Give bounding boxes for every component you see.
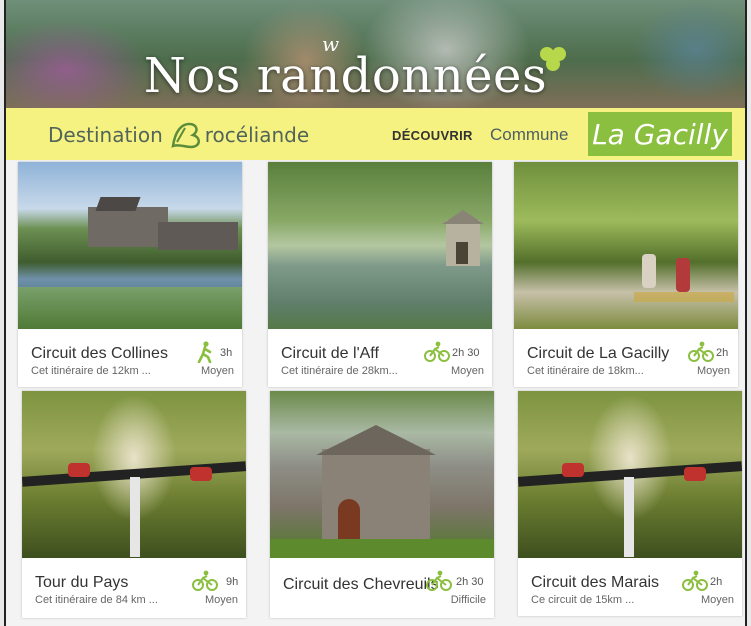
commune-selector[interactable]: La Gacilly (586, 110, 734, 158)
trail-photo (270, 391, 494, 558)
trail-info: Circuit des Collines Cet itinéraire de 1… (18, 329, 242, 387)
nav-link-commune[interactable]: Commune (490, 125, 568, 145)
trail-card-collines[interactable]: Circuit des Collines Cet itinéraire de 1… (18, 162, 242, 387)
trail-info: Tour du Pays Cet itinéraire de 84 km ...… (22, 558, 246, 616)
brand-logo[interactable]: Destination rocéliande (48, 120, 309, 150)
trail-level: Difficile (450, 594, 486, 606)
hiker-icon (197, 341, 212, 363)
trail-name: Circuit des Marais (531, 574, 660, 591)
trail-description: Cet itinéraire de 18km... (527, 365, 644, 377)
nav-link-discover[interactable]: DÉCOUVRIR (392, 128, 473, 143)
bike-icon (426, 570, 452, 591)
trail-duration: 2h 30 (452, 347, 480, 359)
trail-duration: 3h (220, 347, 233, 359)
trail-level: Moyen (696, 365, 730, 377)
trail-photo (518, 391, 742, 558)
trail-card-aff[interactable]: Circuit de l'Aff Cet itinéraire de 28km.… (268, 162, 492, 387)
brand-text-destination: Destination (48, 123, 163, 147)
brand-text-broceliande: rocéliande (204, 123, 310, 147)
trail-photo (514, 162, 738, 329)
trail-card-marais[interactable]: Circuit des Marais Ce circuit de 15km ..… (518, 391, 742, 616)
trail-photo (268, 162, 492, 329)
trail-name: Circuit de La Gacilly (527, 345, 670, 362)
trail-photo (18, 162, 242, 329)
trail-info: Circuit de La Gacilly Cet itinéraire de … (514, 329, 738, 387)
top-navbar: Destination rocéliande DÉCOUVRIR Commune… (6, 108, 745, 160)
trail-card-tour-du-pays[interactable]: Tour du Pays Cet itinéraire de 84 km ...… (22, 391, 246, 618)
hero-banner: w Nos randonnées (6, 0, 745, 108)
trail-description: Cet itinéraire de 12km ... (31, 365, 151, 377)
bike-icon (192, 570, 218, 591)
trail-info: Circuit des Chevreuils 2h 30 Difficile (270, 558, 494, 616)
bike-icon (688, 341, 714, 362)
trail-duration: 2h (716, 347, 729, 359)
trail-name: Circuit des Chevreuils (283, 576, 439, 593)
trail-description: Ce circuit de 15km ... (531, 594, 635, 606)
trail-photo (22, 391, 246, 558)
trail-name: Tour du Pays (35, 574, 129, 591)
trail-card-gacilly[interactable]: Circuit de La Gacilly Cet itinéraire de … (514, 162, 738, 387)
trail-level: Moyen (200, 365, 234, 377)
trail-info: Circuit des Marais Ce circuit de 15km ..… (518, 558, 742, 616)
trail-info: Circuit de l'Aff Cet itinéraire de 28km.… (268, 329, 492, 387)
trail-level: Moyen (450, 365, 484, 377)
trail-description: Cet itinéraire de 84 km ... (35, 594, 158, 606)
page-frame: w Nos randonnées Destination rocéliande … (4, 0, 747, 626)
broceliande-b-icon (171, 122, 200, 149)
trail-description: Cet itinéraire de 28km... (281, 365, 398, 377)
trail-duration: 2h 30 (456, 576, 484, 588)
trail-name: Circuit de l'Aff (281, 345, 379, 362)
bike-icon (424, 341, 450, 362)
trail-name: Circuit des Collines (31, 345, 168, 362)
trail-level: Moyen (204, 594, 238, 606)
trail-duration: 2h (710, 576, 723, 588)
trail-level: Moyen (700, 594, 734, 606)
bike-icon (682, 570, 708, 591)
page-title: Nos randonnées (143, 48, 548, 104)
trail-duration: 9h (226, 576, 239, 588)
trail-card-chevreuils[interactable]: Circuit des Chevreuils 2h 30 Difficile (270, 391, 494, 618)
